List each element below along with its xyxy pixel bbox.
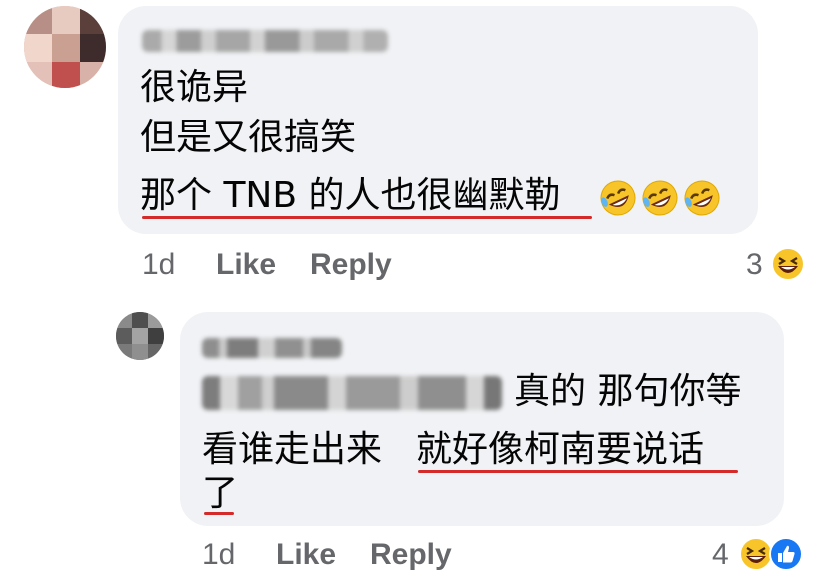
comment-timestamp[interactable]: 1d	[142, 248, 175, 282]
reaction-count[interactable]: 4	[712, 538, 729, 572]
reply-text-line-2a: 看谁走出来	[202, 429, 383, 470]
reply-text-line-2b: 就好像柯南要说话	[416, 429, 705, 470]
reply-text-line-1: 真的 那句你等	[514, 371, 742, 412]
like-reaction-icon[interactable]	[768, 536, 804, 572]
highlight-underline	[418, 470, 738, 473]
rolling-on-floor-laughing-icon	[600, 180, 636, 216]
comment-text-line-3: 那个 TNB 的人也很幽默勒	[140, 174, 561, 218]
reply-button[interactable]: Reply	[370, 538, 452, 572]
like-button[interactable]: Like	[276, 538, 336, 572]
laughing-reaction-icon[interactable]	[770, 246, 806, 282]
highlight-underline	[204, 512, 234, 515]
like-button[interactable]: Like	[216, 248, 276, 282]
reply-timestamp[interactable]: 1d	[202, 538, 235, 572]
tagged-user-blurred[interactable]	[202, 376, 502, 410]
replier-avatar[interactable]	[116, 312, 164, 360]
comment-text-line-2: 但是又很搞笑	[140, 117, 357, 158]
comment-bubble: 很诡异 但是又很搞笑 那个 TNB 的人也很幽默勒	[118, 6, 758, 234]
comment-text-line-1: 很诡异	[140, 67, 249, 108]
reaction-count[interactable]: 3	[746, 248, 763, 282]
commenter-avatar[interactable]	[24, 6, 106, 88]
reply-text-line-3: 了	[202, 473, 239, 514]
highlight-underline	[142, 216, 592, 219]
replier-name-blurred[interactable]	[202, 338, 342, 358]
rolling-on-floor-laughing-icon	[684, 180, 720, 216]
reply-button[interactable]: Reply	[310, 248, 392, 282]
rolling-on-floor-laughing-icon	[642, 180, 678, 216]
commenter-name-blurred[interactable]	[142, 30, 388, 52]
comment-text-line-3-content: 那个 TNB 的人也很幽默勒	[140, 175, 561, 216]
reply-bubble: 真的 那句你等 看谁走出来 就好像柯南要说话 了	[180, 312, 784, 526]
